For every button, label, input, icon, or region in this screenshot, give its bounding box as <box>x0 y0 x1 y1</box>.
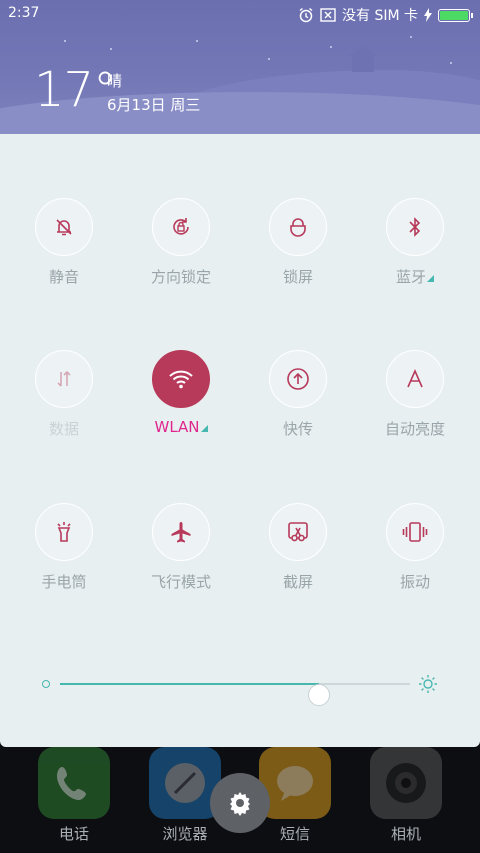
toggle-screenshot[interactable]: 截屏 <box>248 503 348 592</box>
brightness-thumb[interactable] <box>308 684 330 706</box>
gear-icon <box>230 792 250 816</box>
sim-x-icon <box>320 8 336 22</box>
toggle-data-button[interactable] <box>35 350 93 408</box>
star-decoration <box>330 46 332 48</box>
dock-app-label: 电话 <box>58 825 89 843</box>
more-indicator-icon <box>427 275 434 282</box>
toggle-label: 振动 <box>399 573 430 591</box>
upload-icon <box>287 368 309 390</box>
star-decoration <box>268 58 270 60</box>
toggle-bluetooth[interactable]: 蓝牙 <box>365 198 465 287</box>
bell-off-icon <box>56 219 72 236</box>
status-bar: 2:37 没有 SIM 卡 <box>0 0 480 28</box>
airplane-icon <box>171 522 191 543</box>
toggle-auto-brightness-button[interactable] <box>386 350 444 408</box>
dock-app-phone[interactable]: 电话 <box>24 747 124 844</box>
dock-app-camera[interactable]: 相机 <box>356 747 456 844</box>
toggle-screenshot-button[interactable] <box>269 503 327 561</box>
vibrate-icon <box>402 522 428 542</box>
wlan-label: WLAN <box>154 418 200 436</box>
battery-fill <box>440 10 468 20</box>
toggle-auto-brightness[interactable]: 自动亮度 <box>365 350 465 439</box>
charging-icon <box>424 8 432 22</box>
toggle-airplane-button[interactable] <box>152 503 210 561</box>
toggle-rotation-lock[interactable]: 方向锁定 <box>131 198 231 287</box>
flashlight-icon <box>57 522 71 542</box>
toggle-label: 截屏 <box>282 573 313 591</box>
brightness-slider[interactable] <box>38 672 442 706</box>
toggle-label: 数据 <box>48 420 79 438</box>
date-label: 6月13日 周三 <box>107 96 201 114</box>
sms-icon <box>259 747 331 819</box>
toggle-vibrate[interactable]: 振动 <box>365 503 465 592</box>
toggle-mute[interactable]: 静音 <box>14 198 114 287</box>
brightness-fill <box>60 683 319 685</box>
rotation-lock-icon <box>173 218 189 235</box>
toggle-flashlight-button[interactable] <box>35 503 93 561</box>
toggle-label: 手电筒 <box>41 573 87 591</box>
star-decoration <box>450 62 452 64</box>
toggle-rotation-lock-button[interactable] <box>152 198 210 256</box>
toggle-label: 飞行模式 <box>150 573 211 591</box>
scissors-icon <box>288 522 308 542</box>
brightness-track[interactable] <box>60 683 410 706</box>
battery-icon <box>438 8 473 22</box>
star-decoration <box>410 36 412 38</box>
toggle-label: 自动亮度 <box>384 420 445 438</box>
toggle-flashlight[interactable]: 手电筒 <box>14 503 114 592</box>
dock-app-label: 短信 <box>279 825 310 843</box>
toggle-label: WLAN <box>131 418 231 436</box>
toggle-mute-button[interactable] <box>35 198 93 256</box>
quick-settings-panel: 静音 方向锁定 锁屏 蓝牙 数据 WLAN 快传 自动亮度 手电筒 飞行模式 截… <box>0 134 480 747</box>
star-decoration <box>196 40 198 42</box>
lock-icon <box>290 218 306 237</box>
brightness-low-icon <box>42 680 50 688</box>
carrier-label: 没有 SIM 卡 <box>342 8 418 24</box>
toggle-bluetooth-button[interactable] <box>386 198 444 256</box>
bluetooth-icon <box>409 217 421 237</box>
toggle-lock-screen[interactable]: 锁屏 <box>248 198 348 287</box>
star-decoration <box>110 48 112 50</box>
toggle-data[interactable]: 数据 <box>14 350 114 439</box>
toggle-wlan-button[interactable] <box>152 350 210 408</box>
toggle-label: 蓝牙 <box>365 266 465 287</box>
auto-a-icon <box>407 369 423 388</box>
brightness-high-icon <box>419 675 437 693</box>
toggle-vibrate-button[interactable] <box>386 503 444 561</box>
toggle-wlan[interactable]: WLAN <box>131 350 231 436</box>
toggle-label: 锁屏 <box>282 268 313 286</box>
status-time: 2:37 <box>8 5 40 21</box>
weather-condition: 晴 <box>107 72 123 90</box>
toggle-quick-share-button[interactable] <box>269 350 327 408</box>
toggle-quick-share[interactable]: 快传 <box>248 350 348 439</box>
alarm-icon <box>299 7 313 23</box>
more-indicator-icon <box>200 425 208 432</box>
house-decoration <box>349 46 377 72</box>
toggle-airplane[interactable]: 飞行模式 <box>131 503 231 592</box>
toggle-label: 方向锁定 <box>150 268 211 286</box>
toggle-label: 快传 <box>282 420 313 438</box>
settings-button[interactable] <box>210 773 270 833</box>
wifi-icon <box>169 370 193 389</box>
status-icons: 没有 SIM 卡 <box>298 5 473 25</box>
star-decoration <box>64 40 66 42</box>
phone-icon <box>38 747 110 819</box>
toggle-label: 静音 <box>48 268 79 286</box>
dock-app-label: 相机 <box>390 825 421 843</box>
camera-icon <box>370 747 442 819</box>
data-arrows-icon <box>57 370 71 387</box>
temperature: 17° <box>34 62 117 118</box>
toggle-lock-screen-button[interactable] <box>269 198 327 256</box>
bluetooth-label: 蓝牙 <box>395 268 426 286</box>
